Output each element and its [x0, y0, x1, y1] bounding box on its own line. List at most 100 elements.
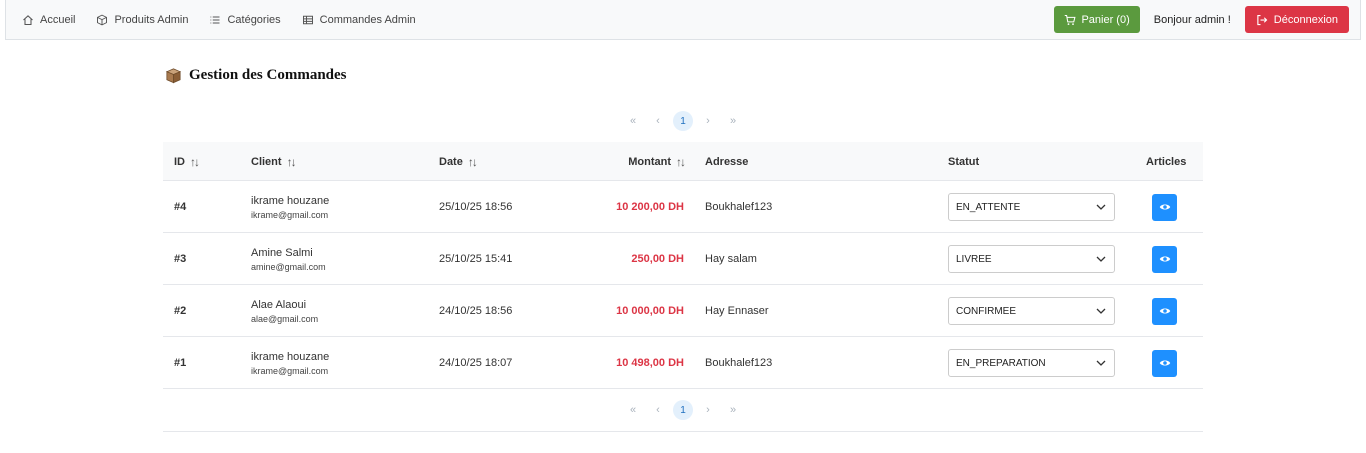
table-icon [302, 15, 313, 24]
status-select-value: EN_ATTENTE [956, 201, 1021, 213]
order-date: 24/10/25 18:07 [439, 357, 513, 369]
order-address: Boukhalef123 [705, 357, 773, 369]
client-email: alae@gmail.com [251, 313, 319, 324]
cart-button[interactable]: Panier (0) [1054, 6, 1140, 33]
column-header-label: Statut [948, 155, 980, 168]
client-name: ikrame houzane [251, 350, 330, 363]
top-navbar: Accueil Produits Admin Catégories Comman… [5, 0, 1361, 40]
pagination-prev-button[interactable]: ‹ [648, 111, 668, 131]
nav-item-categories[interactable]: Catégories [209, 0, 281, 39]
cart-icon [1065, 14, 1076, 25]
client-name: Amine Salmi [251, 246, 313, 259]
order-amount: 10 498,00 DH [616, 357, 684, 369]
articles-cell [1152, 337, 1177, 389]
pagination-first-button[interactable]: « [623, 400, 643, 420]
status-select[interactable]: EN_PREPARATION [948, 349, 1115, 377]
client-email: ikrame@gmail.com [251, 365, 329, 376]
table-footer: « ‹ 1 › » [163, 389, 1203, 432]
column-header-label: Adresse [705, 155, 749, 168]
cart-button-label: Panier (0) [1081, 13, 1130, 26]
nav-item-label: Produits Admin [114, 13, 189, 26]
sort-icon[interactable]: ↑↓ [190, 155, 200, 169]
status-cell: EN_ATTENTE [948, 181, 1115, 233]
column-header-address: Adresse [705, 142, 748, 181]
order-id: #1 [174, 357, 187, 369]
logout-button-label: Déconnexion [1273, 13, 1338, 26]
logout-icon [1257, 14, 1268, 25]
column-header-label: Date [439, 155, 463, 168]
eye-icon [1159, 256, 1170, 262]
nav-item-label: Commandes Admin [319, 13, 416, 26]
pagination-next-button[interactable]: › [698, 111, 718, 131]
articles-cell [1152, 233, 1177, 285]
client-name: Alae Alaoui [251, 298, 307, 311]
column-header-client[interactable]: Client ↑↓ [251, 142, 297, 181]
order-address: Hay Ennaser [705, 305, 769, 317]
pagination-next-button[interactable]: › [698, 400, 718, 420]
order-id: #2 [174, 305, 187, 317]
nav-item-produits-admin[interactable]: Produits Admin [96, 0, 188, 39]
column-header-date[interactable]: Date ↑↓ [439, 142, 478, 181]
nav-item-label: Catégories [227, 13, 281, 26]
box-icon [97, 14, 108, 25]
client-email: ikrame@gmail.com [251, 209, 329, 220]
pagination-last-button[interactable]: » [723, 400, 743, 420]
table-row: #2 Alae Alaoui alae@gmail.com 24/10/25 1… [163, 285, 1203, 337]
page-title: Gestion des Commandes [164, 66, 347, 85]
chevron-down-icon [1096, 360, 1106, 366]
eye-icon [1159, 360, 1170, 366]
pagination-bottom: « ‹ 1 › » [623, 400, 743, 420]
client-cell: Alae Alaoui alae@gmail.com [251, 285, 318, 337]
sort-icon[interactable]: ↑↓ [676, 155, 686, 169]
pagination-page-button[interactable]: 1 [673, 400, 693, 420]
pagination-first-button[interactable]: « [623, 111, 643, 131]
order-address: Boukhalef123 [705, 201, 773, 213]
nav-item-label: Accueil [40, 13, 76, 26]
view-articles-button[interactable] [1152, 349, 1177, 377]
view-articles-button[interactable] [1152, 245, 1177, 273]
order-id: #3 [174, 253, 187, 265]
status-select[interactable]: LIVREE [948, 245, 1115, 273]
column-header-id[interactable]: ID ↑↓ [174, 142, 200, 181]
list-icon [210, 15, 220, 24]
package-icon [165, 68, 182, 84]
status-select[interactable]: CONFIRMEE [948, 297, 1115, 325]
table-row: #4 ikrame houzane ikrame@gmail.com 25/10… [163, 181, 1203, 233]
status-cell: EN_PREPARATION [948, 337, 1115, 389]
sort-icon[interactable]: ↑↓ [287, 155, 297, 169]
status-cell: CONFIRMEE [948, 285, 1115, 337]
order-address: Hay salam [705, 253, 757, 265]
table-row: #3 Amine Salmi amine@gmail.com 25/10/25 … [163, 233, 1203, 285]
pagination-page-button[interactable]: 1 [673, 111, 693, 131]
nav-item-commandes-admin[interactable]: Commandes Admin [302, 0, 416, 39]
client-cell: Amine Salmi amine@gmail.com [251, 233, 326, 285]
status-cell: LIVREE [948, 233, 1115, 285]
column-header-status: Statut [948, 142, 979, 181]
order-amount: 10 000,00 DH [616, 305, 684, 317]
view-articles-button[interactable] [1152, 297, 1177, 325]
column-header-amount[interactable]: Montant ↑↓ [628, 142, 686, 181]
status-select-value: EN_PREPARATION [956, 357, 1046, 369]
logout-button[interactable]: Déconnexion [1244, 6, 1349, 33]
column-header-label: Articles [1146, 155, 1187, 168]
status-select[interactable]: EN_ATTENTE [948, 193, 1115, 221]
nav-actions: Panier (0) Bonjour admin ! Déconnexion [1054, 0, 1360, 39]
orders-table: ID ↑↓ Client ↑↓ Date ↑↓ Montant ↑↓ Adres… [163, 142, 1203, 432]
order-amount: 10 200,00 DH [616, 201, 684, 213]
client-cell: ikrame houzane ikrame@gmail.com [251, 337, 329, 389]
chevron-down-icon [1096, 204, 1106, 210]
status-select-value: LIVREE [956, 253, 992, 265]
client-name: ikrame houzane [251, 194, 330, 207]
chevron-down-icon [1096, 256, 1106, 262]
view-articles-button[interactable] [1152, 193, 1177, 221]
articles-cell [1152, 181, 1177, 233]
pagination-prev-button[interactable]: ‹ [648, 400, 668, 420]
order-date: 24/10/25 18:56 [439, 305, 513, 317]
user-greeting: Bonjour admin ! [1153, 13, 1231, 26]
client-cell: ikrame houzane ikrame@gmail.com [251, 181, 329, 233]
pagination-last-button[interactable]: » [723, 111, 743, 131]
home-icon [23, 14, 33, 25]
nav-links: Accueil Produits Admin Catégories Comman… [6, 0, 416, 39]
nav-item-accueil[interactable]: Accueil [22, 0, 75, 39]
sort-icon[interactable]: ↑↓ [468, 155, 478, 169]
